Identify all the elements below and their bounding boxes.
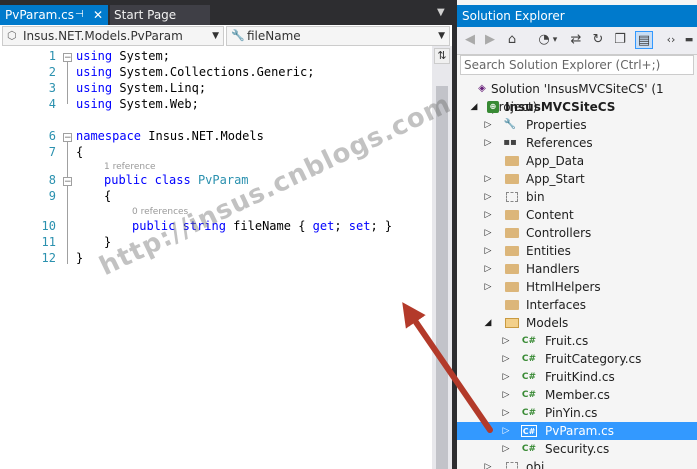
- annotation-arrow: [402, 302, 493, 433]
